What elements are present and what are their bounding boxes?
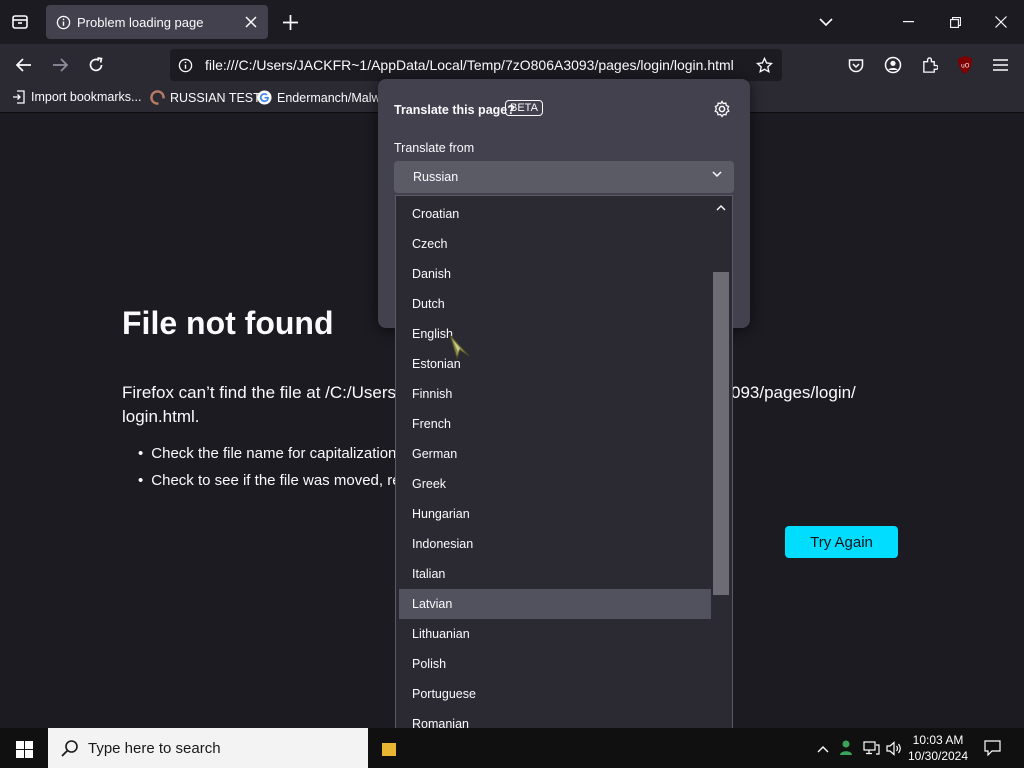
- extensions-icon[interactable]: [918, 54, 940, 76]
- language-option[interactable]: Greek: [399, 469, 711, 499]
- new-tab-icon[interactable]: [280, 12, 300, 32]
- language-option[interactable]: Finnish: [399, 379, 711, 409]
- restore-icon[interactable]: [945, 12, 965, 32]
- language-dropdown-list[interactable]: Croatian Czech Danish Dutch English Estonian F…: [395, 195, 733, 766]
- notifications-icon[interactable]: [982, 738, 1002, 758]
- site-favicon: [150, 90, 165, 105]
- tab-title: Problem loading page: [77, 15, 204, 30]
- try-again-button[interactable]: Try Again: [785, 526, 898, 558]
- taskbar-clock[interactable]: 10:03 AM 10/30/2024: [900, 732, 976, 764]
- close-tab-icon[interactable]: [243, 14, 259, 30]
- suggestion-item: Check the file name for capitalization: [138, 445, 396, 462]
- language-option[interactable]: Dutch: [399, 289, 711, 319]
- language-option[interactable]: Polish: [399, 649, 711, 679]
- close-window-icon[interactable]: [991, 12, 1011, 32]
- bookmark-russian-test[interactable]: RUSSIAN TEST: [150, 90, 261, 105]
- bookmark-label: Import bookmarks...: [31, 90, 142, 104]
- back-icon[interactable]: [14, 55, 34, 75]
- forward-icon[interactable]: [50, 55, 70, 75]
- search-icon: [60, 738, 80, 758]
- panel-title: Translate this page?: [394, 103, 515, 117]
- language-option[interactable]: Czech: [399, 229, 711, 259]
- file-explorer-icon[interactable]: [382, 739, 396, 759]
- bookmark-import[interactable]: Import bookmarks...: [12, 90, 141, 104]
- show-hidden-icons[interactable]: [814, 740, 832, 758]
- language-option[interactable]: Hungarian: [399, 499, 711, 529]
- clock-time: 10:03 AM: [912, 733, 964, 747]
- reload-icon[interactable]: [86, 55, 106, 75]
- minimize-icon[interactable]: [898, 12, 918, 32]
- site-info-icon[interactable]: [177, 57, 193, 73]
- hamburger-menu-icon[interactable]: [990, 55, 1010, 75]
- language-option[interactable]: English: [399, 319, 711, 349]
- url-text[interactable]: file:///C:/Users/JACKFR~1/AppData/Local/…: [205, 57, 734, 73]
- ublock-origin-icon[interactable]: uO: [954, 54, 976, 76]
- google-icon: [257, 90, 272, 105]
- gear-icon[interactable]: [713, 100, 731, 118]
- scrollbar[interactable]: [712, 198, 729, 764]
- language-option[interactable]: Italian: [399, 559, 711, 589]
- info-icon: [55, 14, 71, 30]
- error-description-line2: login.html.: [122, 407, 200, 426]
- windows-taskbar: Type here to search 10:03 AM 10/30/2024: [0, 728, 1024, 768]
- tab-active[interactable]: Problem loading page: [46, 5, 268, 39]
- chevron-down-icon: [712, 171, 722, 178]
- url-bar[interactable]: file:///C:/Users/JACKFR~1/AppData/Local/…: [170, 49, 782, 81]
- suggestion-item: Check to see if the file was moved, re: [138, 472, 400, 489]
- error-description-line1: Firefox can’t find the file at /C:/Users: [122, 383, 396, 402]
- bookmark-star-icon[interactable]: [755, 56, 773, 74]
- error-description-tail: 093/pages/login/: [731, 383, 856, 402]
- language-option[interactable]: Croatian: [399, 199, 711, 229]
- language-option[interactable]: Lithuanian: [399, 619, 711, 649]
- translate-from-label: Translate from: [394, 141, 475, 155]
- language-option[interactable]: Danish: [399, 259, 711, 289]
- user-tray-icon[interactable]: [837, 738, 857, 758]
- page-title: File not found: [122, 305, 334, 341]
- language-option[interactable]: French: [399, 409, 711, 439]
- scroll-up-icon[interactable]: [716, 204, 726, 211]
- language-option[interactable]: Indonesian: [399, 529, 711, 559]
- network-icon[interactable]: [861, 738, 881, 758]
- search-placeholder: Type here to search: [88, 740, 221, 757]
- clock-date: 10/30/2024: [907, 749, 969, 763]
- beta-badge: BETA: [505, 100, 543, 116]
- svg-text:uO: uO: [961, 63, 970, 70]
- chevron-down-icon[interactable]: [816, 13, 836, 31]
- bookmark-label: Endermanch/Malw: [277, 90, 381, 105]
- windows-start-icon[interactable]: [14, 739, 34, 759]
- scrollbar-thumb[interactable]: [713, 272, 729, 595]
- bookmark-endermanch[interactable]: Endermanch/Malw: [257, 90, 381, 105]
- language-option[interactable]: Latvian: [399, 589, 711, 619]
- selected-language: Russian: [413, 170, 459, 184]
- translate-from-select[interactable]: Russian: [394, 161, 734, 193]
- account-icon[interactable]: [882, 54, 904, 76]
- bookmark-label: RUSSIAN TEST: [170, 90, 261, 105]
- list-all-tabs-icon[interactable]: [10, 12, 30, 32]
- taskbar-search[interactable]: Type here to search: [48, 728, 368, 768]
- language-option[interactable]: Portuguese: [399, 679, 711, 709]
- cursor-icon: [447, 332, 473, 362]
- language-option[interactable]: Estonian: [399, 349, 711, 379]
- pocket-icon[interactable]: [846, 55, 866, 75]
- import-icon: [12, 90, 26, 104]
- language-option[interactable]: German: [399, 439, 711, 469]
- tab-bar: Problem loading page: [0, 0, 1024, 44]
